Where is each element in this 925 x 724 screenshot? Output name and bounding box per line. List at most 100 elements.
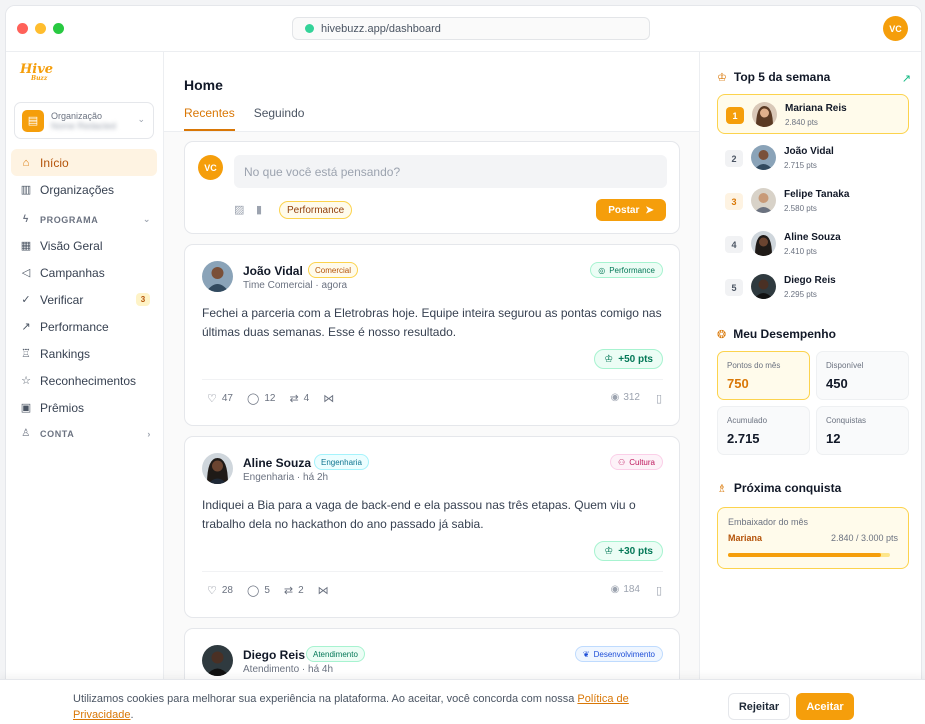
post-input[interactable] bbox=[234, 155, 667, 188]
section-programa[interactable]: ϟ PROGRAMA ⌄ bbox=[11, 207, 157, 232]
post-author[interactable]: João Vidal bbox=[243, 264, 303, 278]
category-badge: ❦ Desenvolvimento bbox=[574, 646, 663, 662]
tab-recentes[interactable]: Recentes bbox=[184, 106, 235, 131]
organization-selector[interactable]: ▤ Organização Nome Redacted ⌄ bbox=[14, 102, 154, 139]
chevron-right-icon: › bbox=[147, 428, 151, 439]
sidebar-item-performance[interactable]: ↗ Performance bbox=[11, 313, 157, 340]
cookie-text: Utilizamos cookies para melhorar sua exp… bbox=[73, 693, 578, 705]
rank-number: 5 bbox=[725, 279, 743, 296]
heart-icon: ♡ bbox=[207, 393, 217, 405]
section-conta[interactable]: ♙ CONTA › bbox=[11, 421, 157, 446]
repost-button[interactable]: ⇄ 2 bbox=[284, 584, 304, 597]
image-icon[interactable]: ▨ bbox=[234, 203, 244, 216]
post-author[interactable]: Aline Souza bbox=[243, 456, 311, 470]
trophy-icon: ♖ bbox=[21, 348, 31, 360]
address-bar[interactable]: hivebuzz.app/dashboard bbox=[292, 17, 650, 40]
comment-count: 12 bbox=[264, 393, 276, 404]
ranking-row[interactable]: 1 Mariana Reis 2.840 pts bbox=[717, 94, 909, 134]
app-logo[interactable]: Hive Buzz bbox=[20, 63, 53, 82]
like-count: 47 bbox=[221, 393, 233, 404]
accept-cookies-button[interactable]: Aceitar bbox=[796, 693, 854, 720]
author-avatar[interactable] bbox=[202, 261, 233, 292]
comment-icon: ◯ bbox=[247, 585, 260, 597]
category-label: Cultura bbox=[629, 457, 655, 467]
post-author[interactable]: Diego Reis bbox=[243, 648, 305, 662]
bookmark-icon[interactable]: ▯ bbox=[656, 392, 662, 405]
ranking-points: 2.715 pts bbox=[784, 161, 817, 170]
next-achievement-card[interactable]: Embaixador do mês Mariana 2.840 / 3.000 … bbox=[717, 507, 909, 569]
author-avatar[interactable] bbox=[202, 645, 233, 676]
share-button[interactable]: ⋈ bbox=[318, 584, 329, 597]
performance-header: ❂ Meu Desempenho bbox=[717, 327, 836, 341]
gift-icon: ▣ bbox=[20, 402, 32, 414]
achievement-leader: Mariana bbox=[728, 533, 763, 543]
sidebar-item-visao-geral[interactable]: ▦ Visão Geral bbox=[11, 232, 157, 259]
maximize-window-button[interactable] bbox=[53, 23, 64, 34]
sidebar-item-inicio[interactable]: ⌂ Início bbox=[11, 149, 157, 176]
tab-seguindo[interactable]: Seguindo bbox=[254, 106, 305, 131]
star-icon: ☆ bbox=[21, 375, 31, 387]
building-icon: ▥ bbox=[20, 184, 32, 196]
trophy-icon: ♔ bbox=[604, 353, 614, 365]
like-button[interactable]: ♡ 47 bbox=[207, 392, 233, 405]
view-count: ◉ 184 bbox=[611, 584, 640, 595]
sidebar-item-rankings[interactable]: ♖ Rankings bbox=[11, 340, 157, 367]
stat-card: Conquistas 12 bbox=[816, 406, 909, 455]
category-chip[interactable]: Performance bbox=[279, 201, 353, 219]
sidebar-nav: ⌂ Início ▥ Organizações ϟ PROGRAMA ⌄ ▦ V… bbox=[11, 149, 157, 446]
feed-tabs: Recentes Seguindo bbox=[184, 106, 304, 131]
rank-number: 2 bbox=[725, 150, 743, 167]
stat-value: 750 bbox=[727, 376, 749, 391]
ranking-row[interactable]: 5 Diego Reis 2.295 pts bbox=[717, 267, 909, 307]
comment-button[interactable]: ◯ 12 bbox=[247, 392, 275, 405]
repost-count: 4 bbox=[303, 393, 310, 404]
user-icon: ♙ bbox=[21, 428, 31, 439]
stat-label: Acumulado bbox=[727, 416, 768, 425]
share-button[interactable]: ⋈ bbox=[323, 392, 334, 405]
sidebar-item-label: Prêmios bbox=[40, 400, 85, 415]
chart-icon[interactable]: ▮ bbox=[256, 203, 262, 216]
share-icon: ⋈ bbox=[323, 393, 335, 405]
sidebar-item-label: Performance bbox=[40, 319, 109, 334]
comment-button[interactable]: ◯ 5 bbox=[247, 584, 270, 597]
trophy-icon: ♔ bbox=[717, 71, 727, 84]
bookmark-icon[interactable]: ▯ bbox=[656, 584, 662, 597]
like-button[interactable]: ♡ 28 bbox=[207, 584, 233, 597]
bolt-icon: ϟ bbox=[23, 214, 29, 225]
close-window-button[interactable] bbox=[17, 23, 28, 34]
heart-icon: ♡ bbox=[207, 585, 217, 597]
minimize-window-button[interactable] bbox=[35, 23, 46, 34]
sidebar-item-premios[interactable]: ▣ Prêmios bbox=[11, 394, 157, 421]
sidebar-item-organizacoes[interactable]: ▥ Organizações bbox=[11, 176, 157, 203]
sidebar-item-verificar[interactable]: ✓ Verificar 3 bbox=[11, 286, 157, 313]
cookie-message: Utilizamos cookies para melhorar sua exp… bbox=[73, 693, 629, 721]
points-badge: ♔ +50 pts bbox=[594, 349, 663, 369]
ranking-row[interactable]: 3 Felipe Tanaka 2.580 pts bbox=[717, 181, 909, 221]
reject-cookies-button[interactable]: Rejeitar bbox=[728, 693, 790, 720]
sidebar-item-campanhas[interactable]: ◁ Campanhas bbox=[11, 259, 157, 286]
repost-button[interactable]: ⇄ 4 bbox=[289, 392, 309, 405]
page-title: Home bbox=[184, 77, 223, 93]
sidebar-item-label: Campanhas bbox=[40, 265, 105, 280]
post-text: Fechei a parceria com a Eletrobras hoje.… bbox=[202, 306, 662, 339]
feed-post: João Vidal Comercial Time Comercial · ag… bbox=[184, 244, 680, 426]
ranking-row[interactable]: 4 Aline Souza 2.410 pts bbox=[717, 224, 909, 264]
sidebar-item-reconhecimentos[interactable]: ☆ Reconhecimentos bbox=[11, 367, 157, 394]
cookie-banner: Utilizamos cookies para melhorar sua exp… bbox=[0, 679, 925, 724]
medal-icon: ♗ bbox=[717, 482, 727, 495]
composer-avatar: VC bbox=[198, 155, 223, 180]
post-button[interactable]: Postar ➤ bbox=[596, 199, 666, 221]
achievement-progress-text: 2.840 / 3.000 pts bbox=[830, 533, 898, 543]
ranking-avatar bbox=[752, 102, 777, 127]
ranking-row[interactable]: 2 João Vidal 2.715 pts bbox=[717, 138, 909, 178]
main-feed: Home Recentes Seguindo VC ▨ ▮ Performanc… bbox=[164, 52, 699, 723]
sidebar-item-label: Organizações bbox=[40, 182, 115, 197]
achievement-progress-bar bbox=[728, 553, 890, 557]
user-avatar[interactable]: VC bbox=[883, 16, 908, 41]
author-avatar[interactable] bbox=[202, 453, 233, 484]
ranking-avatar bbox=[751, 188, 776, 213]
achievement-name: Embaixador do mês bbox=[728, 517, 809, 527]
megaphone-icon: ◁ bbox=[21, 267, 31, 279]
ranking-name: Diego Reis bbox=[784, 275, 836, 286]
category-label: Performance bbox=[609, 265, 655, 275]
